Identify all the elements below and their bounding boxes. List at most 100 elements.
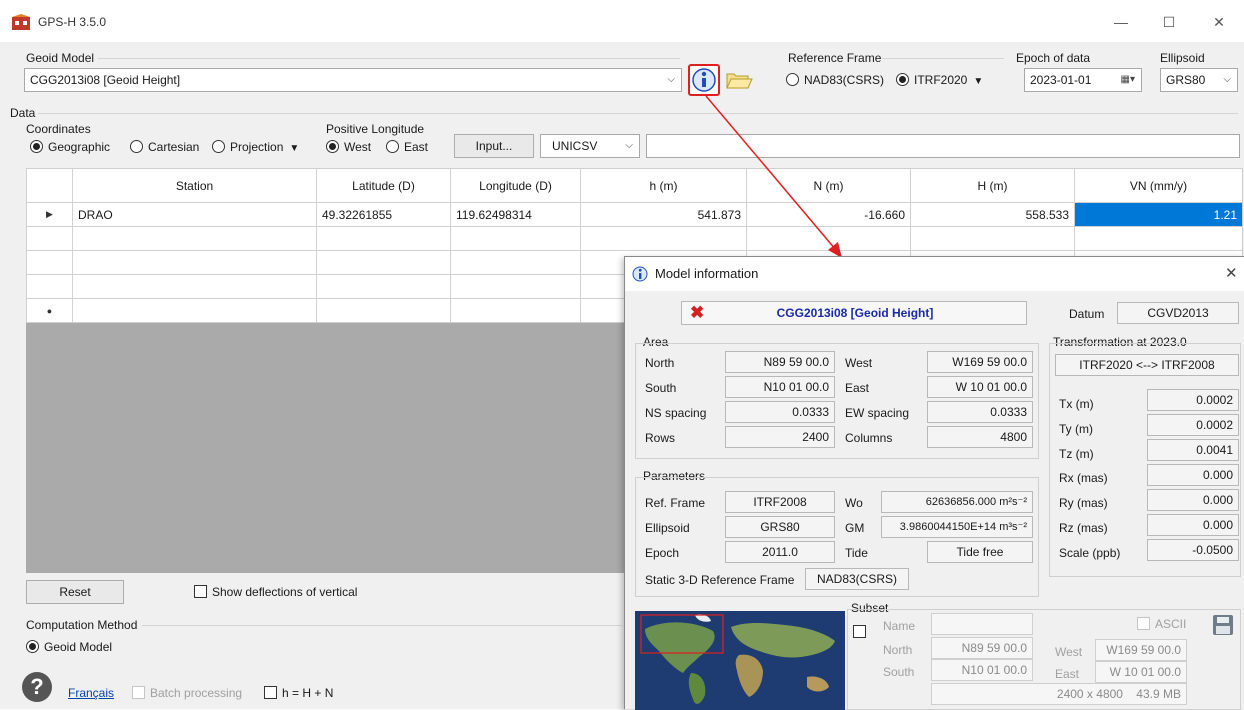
- latitude-cell[interactable]: 49.32261855: [316, 202, 451, 227]
- east-label: East: [845, 381, 870, 395]
- reset-button[interactable]: Reset: [26, 580, 124, 604]
- table-row[interactable]: ▶ DRAO 49.32261855 119.62498314 541.873 …: [26, 202, 1243, 227]
- epoch-param-value: 2011.0: [725, 541, 835, 563]
- help-icon[interactable]: ?: [22, 672, 52, 702]
- west-value: W169 59 00.0: [927, 351, 1033, 373]
- column-header[interactable]: Station: [72, 168, 317, 203]
- input-button[interactable]: Input...: [454, 134, 534, 158]
- radio-geographic[interactable]: Geographic: [30, 140, 110, 154]
- column-header[interactable]: VN (mm/y): [1074, 168, 1243, 203]
- main-window: GPS-H 3.5.0 — ☐ ✕ Geoid Model CGG2013i08…: [0, 0, 1244, 710]
- param-label: Tx (m): [1059, 397, 1094, 411]
- table-cell[interactable]: [316, 250, 451, 275]
- longitude-cell[interactable]: 119.62498314: [450, 202, 581, 227]
- radio-east[interactable]: East: [386, 140, 428, 154]
- static-frame-value: NAD83(CSRS): [805, 568, 909, 590]
- west-label: West: [845, 356, 873, 370]
- divider: [142, 625, 622, 626]
- table-cell[interactable]: [316, 298, 451, 323]
- table-cell[interactable]: [450, 298, 581, 323]
- table-cell[interactable]: [72, 298, 317, 323]
- table-cell[interactable]: [1074, 226, 1243, 251]
- radio-cartesian[interactable]: Cartesian: [130, 140, 199, 154]
- param-value: 0.000: [1147, 464, 1239, 486]
- column-header[interactable]: H (m): [910, 168, 1075, 203]
- table-cell[interactable]: [72, 250, 317, 275]
- ellipsoid-select[interactable]: GRS80 ⌵: [1160, 68, 1238, 92]
- window-title: GPS-H 3.5.0: [38, 15, 107, 29]
- column-header[interactable]: Latitude (D): [316, 168, 451, 203]
- batch-processing-checkbox[interactable]: Batch processing: [132, 686, 242, 700]
- show-deflections-checkbox[interactable]: Show deflections of vertical: [194, 585, 357, 599]
- subset-name-input[interactable]: [931, 613, 1033, 635]
- subset-south-label: South: [883, 665, 915, 679]
- column-header[interactable]: Longitude (D): [450, 168, 581, 203]
- world-map-thumbnail: [635, 611, 845, 710]
- ascii-checkbox[interactable]: ASCII: [1137, 617, 1186, 631]
- app-icon: [12, 14, 30, 30]
- checkbox-label: Batch processing: [150, 686, 243, 700]
- table-cell[interactable]: [316, 274, 451, 299]
- h-equals-checkbox[interactable]: h = H + N: [264, 686, 333, 700]
- epoch-param-label: Epoch: [645, 546, 680, 560]
- radio-button-icon: [386, 140, 399, 153]
- subset-north-value[interactable]: N89 59 00.0: [931, 637, 1033, 659]
- save-icon[interactable]: [1211, 613, 1235, 637]
- rows-label: Rows: [645, 431, 676, 445]
- subset-name-label: Name: [883, 619, 916, 633]
- table-cell[interactable]: [450, 250, 581, 275]
- format-select[interactable]: UNICSV ⌵: [540, 134, 640, 158]
- table-cell[interactable]: [450, 274, 581, 299]
- columns-value: 4800: [927, 426, 1033, 448]
- ref-frame-value: ITRF2008: [725, 491, 835, 513]
- table-cell[interactable]: [450, 226, 581, 251]
- subset-west-value[interactable]: W169 59 00.0: [1095, 639, 1187, 661]
- radio-west[interactable]: West: [326, 140, 371, 154]
- radio-label: Geoid Model: [44, 640, 113, 654]
- coordinates-label: Coordinates: [26, 122, 91, 136]
- radio-itrf2020[interactable]: ITRF2020 ▼: [896, 73, 983, 87]
- geoid-model-label: Geoid Model: [26, 51, 95, 65]
- table-cell[interactable]: [316, 226, 451, 251]
- subset-checkbox[interactable]: [853, 625, 866, 638]
- table-row[interactable]: [26, 226, 1243, 251]
- radio-label: Geographic: [48, 140, 111, 154]
- close-button[interactable]: ✕: [1196, 8, 1242, 36]
- param-label: Ry (mas): [1059, 496, 1108, 510]
- minimize-button[interactable]: —: [1098, 8, 1144, 36]
- dialog-close-icon[interactable]: ✕: [1225, 264, 1238, 282]
- table-cell[interactable]: [72, 226, 317, 251]
- param-value: 0.000: [1147, 489, 1239, 511]
- epoch-date-picker[interactable]: 2023-01-01 ▦▾: [1024, 68, 1142, 92]
- computation-method-label: Computation Method: [26, 618, 138, 632]
- row-header-corner: [26, 168, 73, 203]
- radio-geoid-model[interactable]: Geoid Model: [26, 640, 112, 654]
- north-value: N89 59 00.0: [725, 351, 835, 373]
- dialog-title: Model information: [655, 266, 759, 281]
- param-value: -0.0500: [1147, 539, 1239, 561]
- info-icon: [632, 266, 648, 282]
- radio-button-icon: [326, 140, 339, 153]
- radio-button-icon: [130, 140, 143, 153]
- maximize-button[interactable]: ☐: [1146, 8, 1192, 36]
- subset-south-value[interactable]: N10 01 00.0: [931, 659, 1033, 681]
- columns-label: Columns: [845, 431, 893, 445]
- geoid-model-select[interactable]: CGG2013i08 [Geoid Height] ⌵: [24, 68, 682, 92]
- radio-nad83[interactable]: NAD83(CSRS): [786, 73, 884, 87]
- tide-value: Tide free: [927, 541, 1033, 563]
- station-cell[interactable]: DRAO: [72, 202, 317, 227]
- vn-cell[interactable]: 1.21: [1074, 202, 1243, 227]
- francais-link[interactable]: Français: [68, 686, 114, 700]
- tide-label: Tide: [845, 546, 868, 560]
- radio-projection[interactable]: Projection ▼: [212, 140, 299, 154]
- table-cell[interactable]: [72, 274, 317, 299]
- radio-button-icon: [30, 140, 43, 153]
- ellipsoid-param-label: Ellipsoid: [645, 521, 690, 535]
- subset-east-value[interactable]: W 10 01 00.0: [1095, 661, 1187, 683]
- model-name-bar: ✖ CGG2013i08 [Geoid Height]: [681, 301, 1027, 325]
- rows-value: 2400: [725, 426, 835, 448]
- H-cell[interactable]: 558.533: [910, 202, 1075, 227]
- divider: [882, 58, 1004, 59]
- param-value: 0.0002: [1147, 414, 1239, 436]
- table-cell[interactable]: [910, 226, 1075, 251]
